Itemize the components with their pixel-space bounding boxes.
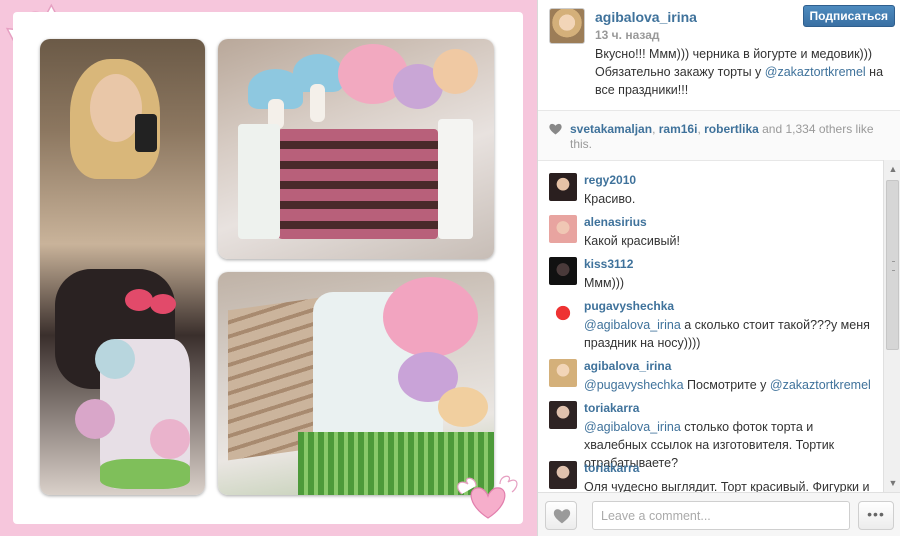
photo-area [0,0,537,536]
likes-and: and [758,122,786,136]
likes-separator: , [652,122,659,136]
liker-link[interactable]: svetakamaljan [570,122,652,136]
more-options-button[interactable]: ••• [858,501,894,530]
post-timestamp[interactable]: 13 ч. назад [595,28,659,42]
comment-text: @pugavyshechka Посмотрите у @zakaztortkr… [584,376,876,394]
commenter-username[interactable]: pugavyshechka [584,299,674,313]
comment-mention-link[interactable]: @agibalova_irina [584,318,681,332]
photo-collage[interactable] [13,12,523,524]
photo-cake-medovik[interactable] [218,272,494,495]
comment-text: Оля чудесно выглядит. Торт красивый. Фиг… [584,480,870,492]
comment-text: Красиво. [584,192,636,206]
like-button[interactable] [545,501,577,530]
comment-text: @agibalova_irina а сколько стоит такой??… [584,316,876,352]
comment-mention-link[interactable]: @zakaztortkremel [770,378,871,392]
likes-count[interactable]: 1,334 [786,122,816,136]
photo-selfie[interactable] [40,39,205,495]
heart-icon [553,509,571,524]
scroll-thumb[interactable] [886,180,899,350]
winged-heart-icon [457,475,518,519]
comment-list[interactable]: regy2010 Красиво. alenasirius Какой крас… [538,160,883,492]
post-caption: Вкусно!!! Ммм))) черника в йогурте и мед… [595,45,890,99]
commenter-avatar[interactable] [549,401,577,429]
post-panel: agibalova_irina 13 ч. назад Подписаться … [537,0,900,536]
commenter-username[interactable]: toriakarra [584,401,639,415]
post-header: agibalova_irina 13 ч. назад Подписаться … [538,0,900,110]
commenter-username[interactable]: kiss3112 [584,257,633,271]
liker-link[interactable]: ram16i [659,122,698,136]
commenter-avatar[interactable] [549,173,577,201]
comment-mention-link[interactable]: @agibalova_irina [584,420,681,434]
grip-icon [892,261,895,271]
commenter-avatar[interactable] [549,299,577,327]
commenter-username[interactable]: toriakarra [584,461,639,475]
heart-icon [549,123,562,135]
commenter-avatar[interactable] [549,215,577,243]
commenter-avatar[interactable] [549,257,577,285]
commenter-username[interactable]: agibalova_irina [584,359,671,373]
scroll-down-arrow-icon[interactable]: ▼ [888,478,898,488]
scroll-up-arrow-icon[interactable]: ▲ [888,164,898,174]
author-username[interactable]: agibalova_irina [595,9,697,25]
comment-text: Какой красивый! [584,234,680,248]
caption-mention-link[interactable]: @zakaztortkremel [765,65,866,79]
comment-text: Ммм))) [584,276,625,290]
commenter-username[interactable]: alenasirius [584,215,647,229]
likes-summary: svetakamaljan, ram16i, robertlika and 1,… [570,122,890,152]
commenter-avatar[interactable] [549,461,577,489]
commenter-avatar[interactable] [549,359,577,387]
comment-input[interactable] [592,501,850,530]
liker-link[interactable]: robertlika [704,122,759,136]
comments-scrollbar[interactable]: ▲ ▼ [883,160,900,492]
photo-cake-slice[interactable] [218,39,494,259]
comment-body: Посмотрите у [683,378,770,392]
follow-button[interactable]: Подписаться [802,5,895,27]
author-avatar[interactable] [549,8,585,44]
commenter-username[interactable]: regy2010 [584,173,636,187]
comment-mention-link[interactable]: @pugavyshechka [584,378,684,392]
comment-footer: ••• [538,492,900,536]
likes-row: svetakamaljan, ram16i, robertlika and 1,… [538,110,900,160]
